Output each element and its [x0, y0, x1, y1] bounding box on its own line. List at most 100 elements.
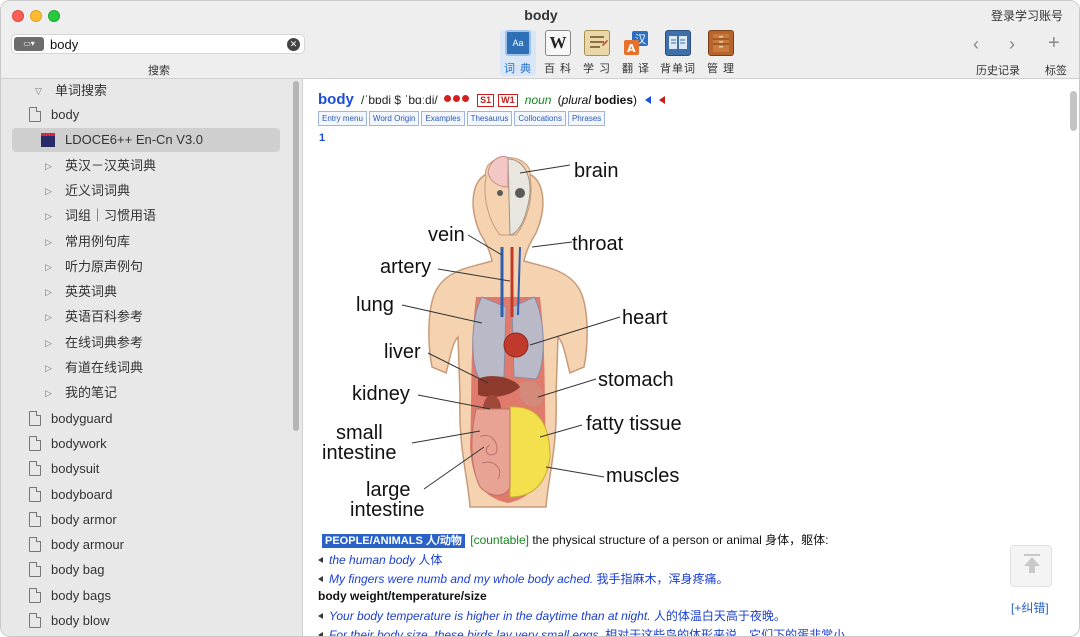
clear-search-icon[interactable]: ✕ [287, 38, 300, 51]
sidebar-item-label: body bags [51, 587, 111, 603]
sidebar-item[interactable]: ▷ 有道在线词典 [1, 356, 291, 380]
entry-tab[interactable]: Phrases [567, 111, 606, 126]
manage-tool-button[interactable]: 管 理 [703, 30, 739, 76]
sidebar-item-label: 我的笔记 [65, 385, 118, 401]
label-large-intestine-1: large [366, 479, 410, 501]
sidebar-item-label: bodysuit [51, 461, 100, 477]
example-en: the human body [329, 553, 416, 567]
example-cn: 人的体温白天高于夜晚。 [653, 609, 786, 623]
example-cn: 我手指麻木，浑身疼痛。 [596, 572, 729, 586]
sidebar-item[interactable]: body [1, 103, 291, 127]
example-sentence: the human body 人体 [318, 551, 442, 568]
document-icon [29, 587, 41, 603]
chevron-right-icon[interactable]: ▷ [45, 255, 52, 279]
content-scrollbar[interactable] [1070, 91, 1077, 131]
entry-tab[interactable]: Examples [421, 111, 465, 126]
report-error-link[interactable]: [+纠错] [1011, 599, 1049, 616]
sidebar-item[interactable]: ▷ 词组｜习惯用语 [1, 204, 291, 228]
sidebar-item[interactable]: ▷ 英汉－汉英词典 [1, 154, 291, 178]
sidebar-item[interactable]: body armor [1, 508, 291, 532]
study-icon [584, 30, 610, 56]
plural-form: bodies [594, 93, 634, 107]
chevron-right-icon[interactable]: ▷ [45, 154, 52, 178]
speaker-icon[interactable] [318, 576, 323, 582]
label-vein: vein [428, 224, 465, 246]
chevron-right-icon[interactable]: ▷ [45, 179, 52, 203]
sidebar-item-label: body armor [51, 511, 117, 527]
chevron-right-icon[interactable]: ▷ [45, 230, 52, 254]
speaker-british-icon[interactable] [645, 96, 652, 104]
forward-arrow-icon[interactable]: › [1009, 34, 1015, 55]
study-tool-label: 学 习 [582, 63, 612, 75]
phrase-example: Your body temperature is higher in the d… [318, 607, 786, 624]
speaker-icon[interactable] [318, 613, 323, 619]
definition-text: the physical structure of a person or an… [532, 533, 762, 547]
entry-tab[interactable]: Collocations [514, 111, 566, 126]
sidebar-item[interactable]: ▷ 英英词典 [1, 280, 291, 304]
dict-mode-icon[interactable]: ▭▾ [14, 37, 44, 51]
example-cn: 相对于这些鸟的体形来说，它们下的蛋非常小。 [605, 628, 858, 637]
chevron-right-icon[interactable]: ▷ [45, 356, 52, 380]
chevron-right-icon[interactable]: ▷ [45, 381, 52, 405]
translate-icon: 汉A [623, 30, 649, 56]
sidebar-scrollbar[interactable] [293, 81, 299, 431]
sidebar-item[interactable]: LDOCE6++ En-Cn V3.0 [12, 128, 280, 153]
entry-tab[interactable]: Word Origin [368, 111, 420, 126]
sidebar-item[interactable]: body bag [1, 558, 291, 582]
sidebar-item[interactable]: ▷ 英语百科参考 [1, 305, 291, 329]
bookmark-label: 标签 [1045, 65, 1067, 77]
speaker-icon[interactable] [318, 557, 323, 563]
label-fatty-tissue: fatty tissue [586, 413, 682, 435]
sidebar-item-label: 英语百科参考 [65, 309, 144, 325]
sidebar-item[interactable]: bodyguard [1, 407, 291, 431]
sidebar-item[interactable]: bodyboard [1, 483, 291, 507]
sidebar-item-label: 有道在线词典 [65, 360, 144, 375]
sidebar-item[interactable]: ▷ 近义词词典 [1, 179, 291, 203]
document-icon [29, 613, 41, 628]
sidebar-item[interactable]: ▷ 在线词典参考 [1, 331, 291, 355]
sidebar-item[interactable]: ▷ 听力原声例句 [1, 255, 291, 279]
document-icon [29, 486, 41, 502]
document-icon [29, 410, 41, 426]
example-en: Your body temperature is higher in the d… [329, 609, 651, 623]
speaker-american-icon[interactable] [659, 96, 666, 104]
sidebar-item[interactable]: body blow [1, 609, 291, 633]
translate-tool-button[interactable]: 汉A 翻 译 [618, 30, 654, 76]
vocabulary-tool-button[interactable]: 背单词 [660, 30, 696, 76]
sidebar-item-label: body bag [51, 562, 105, 578]
sidebar-item[interactable]: ▷ 我的笔记 [1, 381, 291, 405]
history-label: 历史记录 [976, 65, 1020, 77]
part-of-speech: noun [524, 93, 552, 107]
entry-header: body /ˈbɒdi $ ˈbɑːdi/ S1 W1 noun (plural … [318, 91, 666, 108]
study-tool-button[interactable]: 学 习 [579, 30, 615, 76]
sidebar-item-label: 常用例句库 [65, 233, 131, 249]
chevron-right-icon[interactable]: ▷ [45, 305, 52, 329]
sidebar-item[interactable]: bodywork [1, 432, 291, 456]
chevron-down-icon: ▽ [35, 86, 42, 96]
sidebar-item[interactable]: body bags [1, 584, 291, 608]
sidebar-item[interactable]: bodysuit [1, 457, 291, 481]
chevron-right-icon[interactable]: ▷ [45, 331, 52, 355]
sidebar-item[interactable]: body armour [1, 533, 291, 557]
sidebar-section-label: 单词搜索 [55, 83, 108, 98]
document-icon [29, 435, 41, 451]
phrase-example: For their body size, these birds lay ver… [318, 626, 858, 637]
label-small-intestine-1: small [336, 422, 383, 444]
back-arrow-icon[interactable]: ‹ [973, 34, 979, 55]
wikipedia-tool-button[interactable]: W 百 科 [540, 30, 576, 76]
sidebar-item[interactable]: ▷ 常用例句库 [1, 230, 291, 254]
search-input[interactable] [50, 37, 280, 52]
speaker-icon[interactable] [318, 632, 323, 636]
entry-tab[interactable]: Entry menu [318, 111, 367, 126]
add-bookmark-icon[interactable]: + [1048, 32, 1060, 55]
app-window: body 登录学习账号 ▭▾ ✕ 搜索 Aa 词 典 W 百 科 学 习 汉A [0, 0, 1080, 637]
entry-tab[interactable]: Thesaurus [466, 111, 513, 126]
sidebar: ▽ 单词搜索 body LDOCE6++ En-Cn V3.0 ▷ 英汉－汉英词典 ▷ 近… [1, 79, 303, 636]
dictionary-tool-button[interactable]: Aa 词 典 [500, 30, 536, 76]
scroll-to-top-button[interactable] [1010, 545, 1052, 587]
topic-tag: PEOPLE/ANIMALS 人/动物 [322, 534, 465, 548]
chevron-right-icon[interactable]: ▷ [45, 280, 52, 304]
sidebar-section-word-search[interactable]: ▽ 单词搜索 [1, 79, 291, 103]
chevron-right-icon[interactable]: ▷ [45, 204, 52, 228]
login-link[interactable]: 登录学习账号 [991, 7, 1063, 24]
